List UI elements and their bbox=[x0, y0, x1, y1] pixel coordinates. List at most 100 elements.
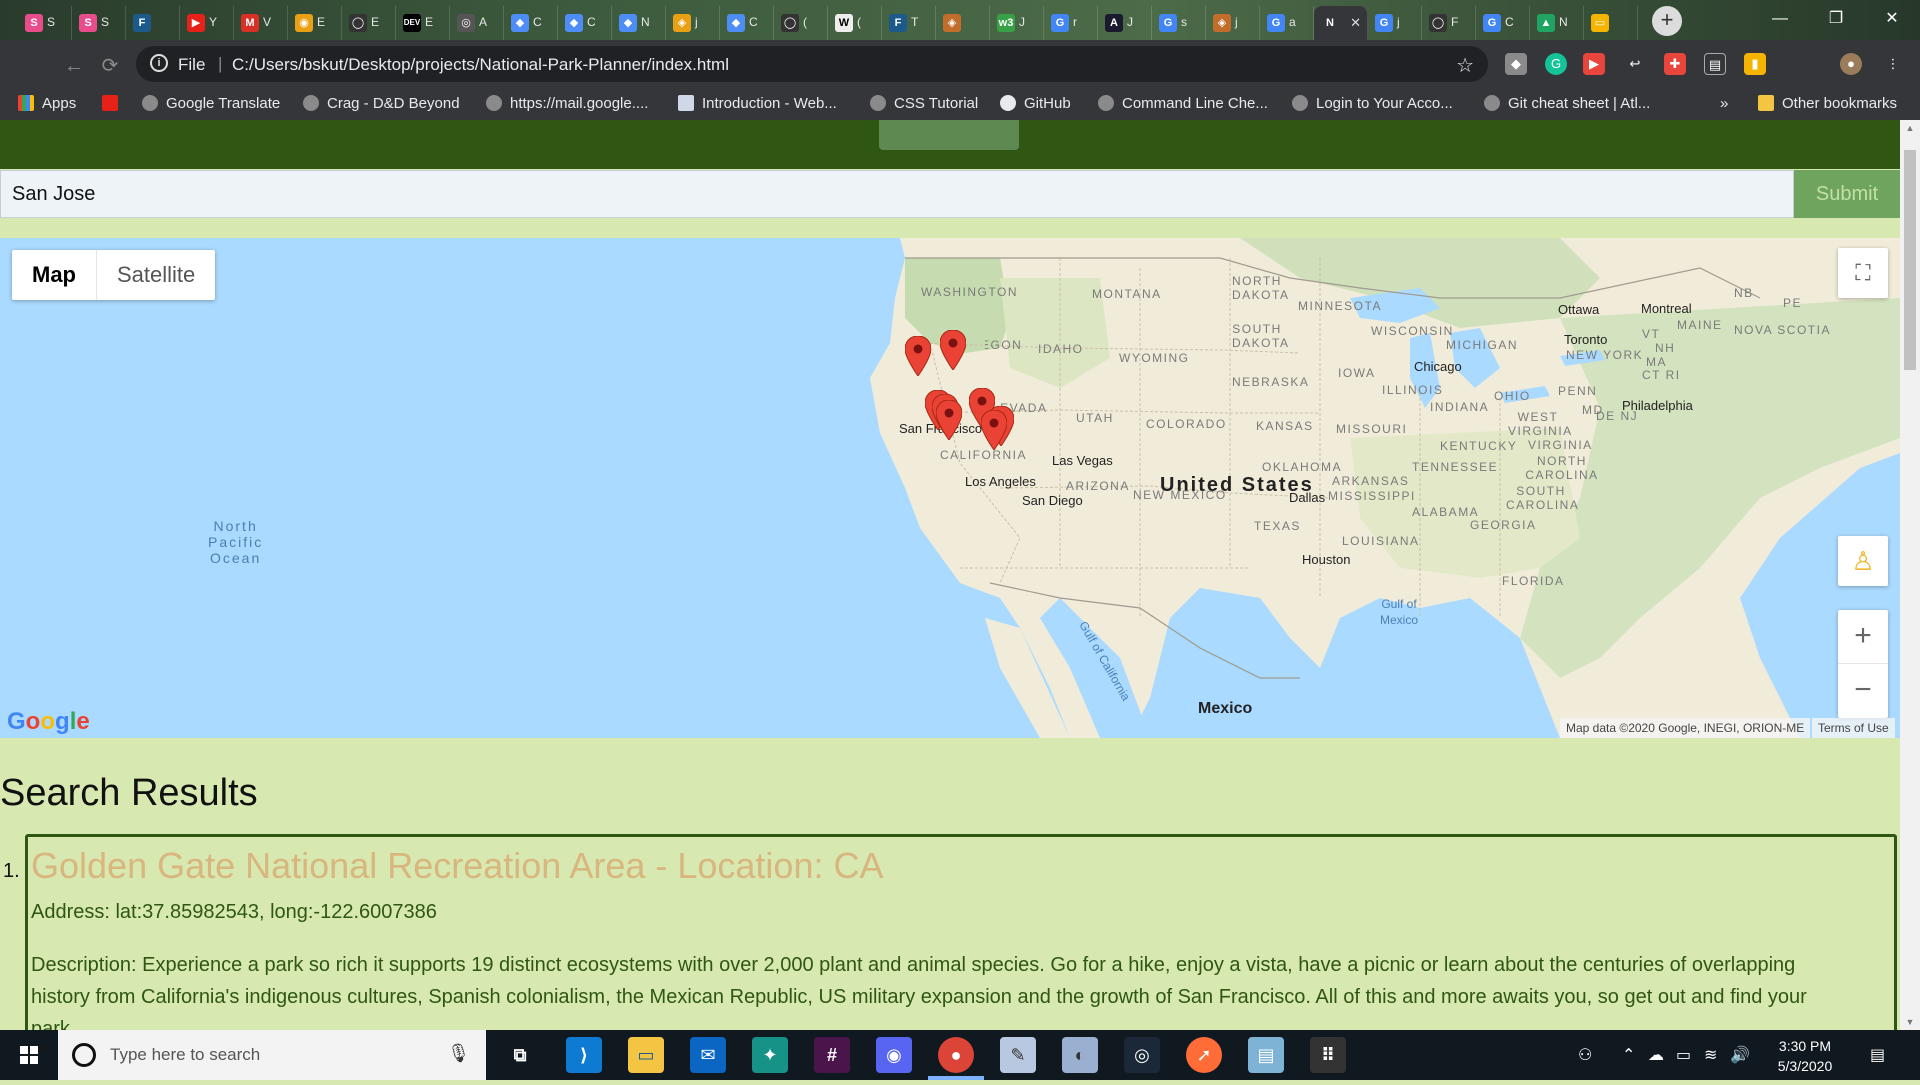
browser-tab[interactable]: ◆ C bbox=[720, 6, 774, 40]
file-explorer-icon[interactable]: ▭ bbox=[628, 1037, 664, 1073]
street-view-pegman[interactable]: ♙ bbox=[1838, 536, 1888, 586]
browser-tab[interactable]: SS bbox=[72, 6, 126, 40]
task-view-icon[interactable]: ⧉ bbox=[502, 1037, 538, 1073]
extension-icon[interactable]: ▤ bbox=[1704, 53, 1726, 75]
battery-icon[interactable]: ▭ bbox=[1676, 1045, 1691, 1065]
volume-icon[interactable]: 🔊 bbox=[1730, 1045, 1750, 1065]
mail-icon[interactable]: ✉ bbox=[690, 1037, 726, 1073]
browser-tab[interactable]: FT bbox=[882, 6, 936, 40]
minimize-button[interactable]: — bbox=[1752, 0, 1808, 38]
taskbar-clock[interactable]: 3:30 PM 5/3/2020 bbox=[1765, 1036, 1845, 1076]
start-button[interactable] bbox=[0, 1030, 58, 1080]
bookmark-google-translate[interactable]: Google Translate bbox=[142, 95, 280, 115]
scroll-thumb[interactable] bbox=[1904, 150, 1916, 370]
gitkraken-icon[interactable]: ✦ bbox=[752, 1037, 788, 1073]
map-marker-icon[interactable] bbox=[981, 410, 1007, 450]
tray-chevron-icon[interactable]: ⌃ bbox=[1622, 1045, 1635, 1065]
browser-tab[interactable]: Gr bbox=[1044, 6, 1098, 40]
browser-tab[interactable]: W( bbox=[828, 6, 882, 40]
map-type-map[interactable]: Map bbox=[12, 250, 97, 300]
new-tab-button[interactable]: + bbox=[1652, 6, 1682, 36]
browser-tab[interactable]: MV bbox=[234, 6, 288, 40]
map-marker-icon[interactable] bbox=[940, 330, 966, 370]
bookmark-star-icon[interactable]: ☆ bbox=[1456, 53, 1474, 78]
screencast-icon[interactable]: ▶ bbox=[1583, 53, 1605, 75]
profile-avatar[interactable]: ● bbox=[1840, 53, 1862, 75]
browser-tab[interactable]: ◎ A bbox=[450, 6, 504, 40]
page-scrollbar[interactable]: ▲ ▼ bbox=[1900, 120, 1920, 1030]
browser-tab[interactable]: ◆ C bbox=[558, 6, 612, 40]
browser-tab[interactable]: DEV E bbox=[396, 6, 450, 40]
browser-tab[interactable]: ◆ C bbox=[504, 6, 558, 40]
map-marker-icon[interactable] bbox=[905, 336, 931, 376]
extension-icon[interactable]: ◆ bbox=[1505, 53, 1527, 75]
url-text[interactable]: C:/Users/bskut/Desktop/projects/National… bbox=[232, 55, 729, 75]
extension-icon[interactable]: ✚ bbox=[1664, 53, 1686, 75]
discord-icon[interactable]: ◉ bbox=[876, 1037, 912, 1073]
map-marker-icon[interactable] bbox=[936, 400, 962, 440]
scroll-down-icon[interactable]: ▼ bbox=[1900, 1014, 1920, 1030]
postman-icon[interactable]: ➚ bbox=[1186, 1037, 1222, 1073]
google-map[interactable]: Map Satellite ⛶ ♙ + − North Pacific Ocean … bbox=[0, 238, 1900, 738]
browser-tab[interactable]: ▲ N bbox=[1530, 6, 1584, 40]
browser-tab[interactable]: ▶ Y bbox=[180, 6, 234, 40]
bookmark-css-tutorial[interactable]: CSS Tutorial bbox=[870, 95, 978, 115]
browser-tab[interactable]: ◉ E bbox=[288, 6, 342, 40]
google-logo[interactable]: Google bbox=[7, 708, 90, 736]
reload-button[interactable]: ⟳ bbox=[96, 52, 124, 80]
bookmark-login[interactable]: Login to Your Acco... bbox=[1292, 95, 1453, 115]
vscode-icon[interactable]: ⟩ bbox=[566, 1037, 602, 1073]
search-input[interactable]: San Jose bbox=[0, 170, 1794, 218]
paint-3d-icon[interactable]: ◐ bbox=[1062, 1037, 1098, 1073]
bookmark-command-line[interactable]: Command Line Che... bbox=[1098, 95, 1268, 115]
zoom-out-button[interactable]: − bbox=[1838, 664, 1888, 718]
browser-tab[interactable]: ◯ F bbox=[1422, 6, 1476, 40]
address-bar[interactable]: i File | C:/Users/bskut/Desktop/projects… bbox=[136, 46, 1488, 82]
browser-tab[interactable]: SS bbox=[18, 6, 72, 40]
other-bookmarks[interactable]: Other bookmarks bbox=[1758, 95, 1897, 115]
zoom-in-button[interactable]: + bbox=[1838, 610, 1888, 664]
browser-tab[interactable]: AJ bbox=[1098, 6, 1152, 40]
notifications-icon[interactable]: ▤ bbox=[1870, 1045, 1885, 1065]
browser-tab[interactable]: ◯( bbox=[774, 6, 828, 40]
browser-tab[interactable]: ◈ bbox=[936, 6, 990, 40]
back-button[interactable]: ← bbox=[60, 52, 88, 80]
onedrive-icon[interactable]: ☁ bbox=[1648, 1045, 1664, 1065]
restore-button[interactable]: ❐ bbox=[1808, 0, 1864, 38]
taskbar-search[interactable]: Type here to search 🎙 bbox=[58, 1030, 486, 1080]
close-window-button[interactable]: ✕ bbox=[1864, 0, 1920, 38]
map-type-satellite[interactable]: Satellite bbox=[97, 250, 215, 300]
menu-icon[interactable]: ⋮ bbox=[1882, 53, 1904, 75]
map-type-control[interactable]: Map Satellite bbox=[12, 250, 216, 300]
extension-icon[interactable]: ▮ bbox=[1744, 53, 1766, 75]
people-icon[interactable]: ⚇ bbox=[1578, 1045, 1592, 1065]
browser-tab[interactable]: ◈ j bbox=[666, 6, 720, 40]
browser-tab[interactable]: N ✕ bbox=[1314, 6, 1368, 40]
tab-close-icon[interactable]: ✕ bbox=[1350, 15, 1361, 31]
paint-icon[interactable]: ✎ bbox=[1000, 1037, 1036, 1073]
browser-tab[interactable]: ◈ j bbox=[1206, 6, 1260, 40]
tray-app-icon[interactable]: ⠿ bbox=[1310, 1037, 1346, 1073]
grammarly-icon[interactable]: G bbox=[1545, 53, 1567, 75]
fullscreen-button[interactable]: ⛶ bbox=[1838, 248, 1888, 298]
slack-icon[interactable]: # bbox=[814, 1037, 850, 1073]
terms-of-use-link[interactable]: Terms of Use bbox=[1812, 718, 1895, 738]
header-button[interactable] bbox=[879, 120, 1019, 150]
chrome-icon[interactable]: ● bbox=[938, 1037, 974, 1073]
steam-icon[interactable]: ◎ bbox=[1124, 1037, 1160, 1073]
browser-tab[interactable]: ◆ N bbox=[612, 6, 666, 40]
bookmark-github[interactable]: GitHub bbox=[1000, 95, 1071, 115]
bookmark-apps[interactable]: Apps bbox=[18, 95, 76, 115]
browser-tab[interactable]: Gs bbox=[1152, 6, 1206, 40]
scroll-up-icon[interactable]: ▲ bbox=[1900, 120, 1920, 136]
browser-tab[interactable]: w3 J bbox=[990, 6, 1044, 40]
bookmarks-overflow-button[interactable]: » bbox=[1720, 95, 1728, 115]
bookmark-introduction-web[interactable]: Introduction - Web... bbox=[678, 95, 837, 115]
browser-tab[interactable]: F bbox=[126, 6, 180, 40]
browser-tab[interactable]: GC bbox=[1476, 6, 1530, 40]
wifi-icon[interactable]: ≋ bbox=[1704, 1045, 1717, 1065]
result-title[interactable]: Golden Gate National Recreation Area - L… bbox=[31, 845, 884, 887]
submit-button[interactable]: Submit bbox=[1794, 170, 1900, 218]
browser-tab[interactable]: Gj bbox=[1368, 6, 1422, 40]
browser-tab[interactable]: ◯ E bbox=[342, 6, 396, 40]
